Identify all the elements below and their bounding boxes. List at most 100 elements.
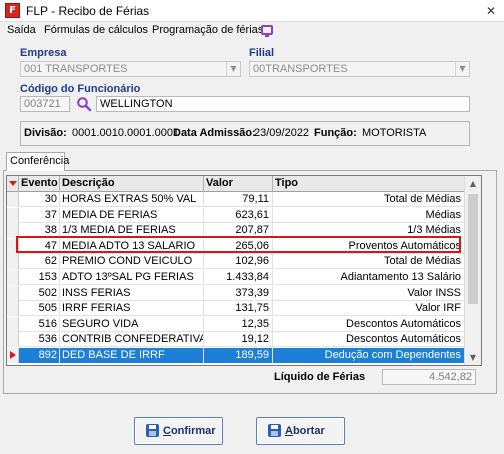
cell-tipo: Valor IRF	[415, 302, 461, 315]
cell-descricao: SEGURO VIDA	[60, 316, 204, 332]
row-indicator	[7, 270, 19, 285]
title-bar: F FLP - Recibo de Férias ✕	[0, 0, 504, 22]
empresa-value: 001 TRANSPORTES	[24, 63, 128, 75]
cell-descricao: MEDIA ADTO 13 SALARIO	[60, 238, 204, 254]
employee-info-panel: Divisão: 0001.0010.0001.0001 Data Admiss…	[20, 121, 470, 146]
cell-valor: 102,96	[204, 254, 273, 270]
row-indicator	[7, 285, 19, 301]
scrollbar-thumb[interactable]	[468, 194, 478, 304]
events-grid: Evento Descrição Valor Tipo 30 HORAS EXTR…	[6, 175, 482, 366]
row-indicator	[7, 192, 19, 207]
cell-valor: 189,59	[204, 348, 273, 363]
table-row[interactable]: 47 MEDIA ADTO 13 SALARIO 265,06 Proventos A…	[7, 238, 464, 254]
app-icon: F	[5, 3, 20, 18]
col-header-valor[interactable]: Valor	[204, 176, 273, 192]
vertical-scrollbar[interactable]: ▲ ▼	[464, 176, 481, 365]
funcao-label: Função:	[314, 127, 357, 139]
empresa-select[interactable]: 001 TRANSPORTES ▼	[20, 61, 241, 77]
empresa-label: Empresa	[20, 47, 67, 59]
scroll-down-icon[interactable]: ▼	[465, 350, 481, 365]
cell-valor: 207,87	[204, 223, 273, 239]
row-indicator	[7, 348, 19, 363]
col-header-descricao[interactable]: Descrição	[60, 176, 204, 192]
cell-evento: 505	[19, 301, 60, 317]
confirm-button[interactable]: Confirmar	[134, 417, 223, 445]
cell-valor: 623,61	[204, 207, 273, 223]
cell-evento: 892	[19, 348, 60, 363]
window-title: FLP - Recibo de Férias	[26, 4, 150, 18]
cell-evento: 47	[19, 238, 60, 254]
table-row[interactable]: 505 IRRF FERIAS 131,75 Valor IRF	[7, 301, 464, 317]
row-indicator	[7, 316, 19, 332]
chevron-down-icon[interactable]: ▼	[455, 62, 469, 76]
funcionario-label: Código do Funcionário	[20, 83, 141, 95]
cell-descricao: HORAS EXTRAS 50% VAL	[60, 192, 204, 207]
cell-descricao: 1/3 MEDIA DE FERIAS	[60, 223, 204, 239]
confirm-label: onfirmar	[170, 425, 216, 437]
menu-saida[interactable]: Saída	[7, 24, 36, 36]
row-indicator	[7, 207, 19, 223]
cell-valor: 1.433,84	[204, 270, 273, 285]
table-row[interactable]: 38 1/3 MEDIA DE FERIAS 207,87 1/3 Médias	[7, 223, 464, 239]
chevron-down-icon[interactable]: ▼	[226, 62, 240, 76]
cell-valor: 373,39	[204, 285, 273, 301]
divisao-label: Divisão:	[24, 127, 67, 139]
close-button[interactable]: ✕	[481, 2, 501, 20]
menu-bar: Saída Fórmulas de cálculos Programação d…	[0, 22, 504, 40]
cell-evento: 153	[19, 270, 60, 285]
cell-evento: 62	[19, 254, 60, 270]
menu-formulas[interactable]: Fórmulas de cálculos	[44, 24, 148, 36]
abort-button[interactable]: Abortar	[256, 417, 345, 445]
liquido-value: 4.542,82	[382, 369, 476, 385]
divisao-value: 0001.0010.0001.0001	[72, 127, 180, 139]
table-row[interactable]: 153 ADTO 13ºSAL PG FERIAS 1.433,84 Adiantam…	[7, 270, 464, 285]
abort-label: bortar	[292, 425, 325, 437]
funcao-value: MOTORISTA	[362, 127, 427, 139]
confirm-accel: C	[163, 425, 171, 437]
table-row[interactable]: 30 HORAS EXTRAS 50% VAL 79,11 Total de Médi…	[7, 192, 464, 207]
funcionario-code-field[interactable]: 003721	[20, 96, 70, 112]
cell-tipo: Adiantamento 13 Salário	[340, 271, 461, 283]
cell-tipo: Valor INSS	[407, 286, 461, 299]
menu-programacao[interactable]: Programação de férias	[152, 24, 263, 36]
row-indicator	[7, 238, 19, 254]
row-indicator	[7, 223, 19, 239]
col-header-tipo[interactable]: Tipo	[273, 176, 464, 192]
table-row[interactable]: 502 INSS FERIAS 373,39 Valor INSS	[7, 285, 464, 301]
sort-indicator	[7, 176, 19, 192]
table-row[interactable]: 37 MEDIA DE FERIAS 623,61 Médias	[7, 207, 464, 223]
cell-descricao: PREMIO COND VEICULO	[60, 254, 204, 270]
funcionario-name-field[interactable]: WELLINGTON	[96, 96, 470, 112]
tab-conferencia[interactable]: Conferência	[6, 152, 69, 171]
cell-valor: 131,75	[204, 301, 273, 317]
table-row[interactable]: 516 SEGURO VIDA 12,35 Descontos Automáticos	[7, 316, 464, 332]
row-indicator	[7, 332, 19, 348]
cell-tipo: Total de Médias	[383, 255, 461, 268]
table-row[interactable]: 536 CONTRIB CONFEDERATIVA 19,12 Descontos A…	[7, 332, 464, 348]
sort-arrow-icon	[9, 181, 17, 186]
cell-tipo: 1/3 Médias	[407, 224, 461, 237]
cell-valor: 79,11	[204, 192, 273, 207]
table-row[interactable]: 892 DED BASE DE IRRF 189,59 Dedução com Dep…	[7, 348, 464, 363]
scroll-up-icon[interactable]: ▲	[465, 176, 481, 191]
cell-tipo: Proventos Automáticos	[348, 239, 461, 252]
cell-descricao: DED BASE DE IRRF	[60, 348, 204, 363]
filial-select[interactable]: 00TRANSPORTES ▼	[249, 61, 470, 77]
cell-descricao: ADTO 13ºSAL PG FERIAS	[60, 270, 204, 285]
cell-evento: 37	[19, 207, 60, 223]
table-row[interactable]: 62 PREMIO COND VEICULO 102,96 Total de Médi…	[7, 254, 464, 270]
cell-tipo: Descontos Automáticos	[346, 333, 461, 346]
cell-valor: 19,12	[204, 332, 273, 348]
col-header-evento[interactable]: Evento	[19, 176, 60, 192]
filial-value: 00TRANSPORTES	[253, 63, 348, 75]
cell-evento: 38	[19, 223, 60, 239]
search-icon[interactable]	[76, 96, 92, 112]
cell-descricao: IRRF FERIAS	[60, 301, 204, 317]
cell-tipo: Dedução com Dependentes	[273, 348, 464, 363]
cell-descricao: MEDIA DE FERIAS	[60, 207, 204, 223]
cell-evento: 30	[19, 192, 60, 207]
current-row-pointer-icon	[10, 351, 16, 359]
save-icon	[146, 424, 159, 437]
abort-accel: A	[285, 425, 293, 437]
monitor-icon[interactable]	[261, 25, 273, 37]
